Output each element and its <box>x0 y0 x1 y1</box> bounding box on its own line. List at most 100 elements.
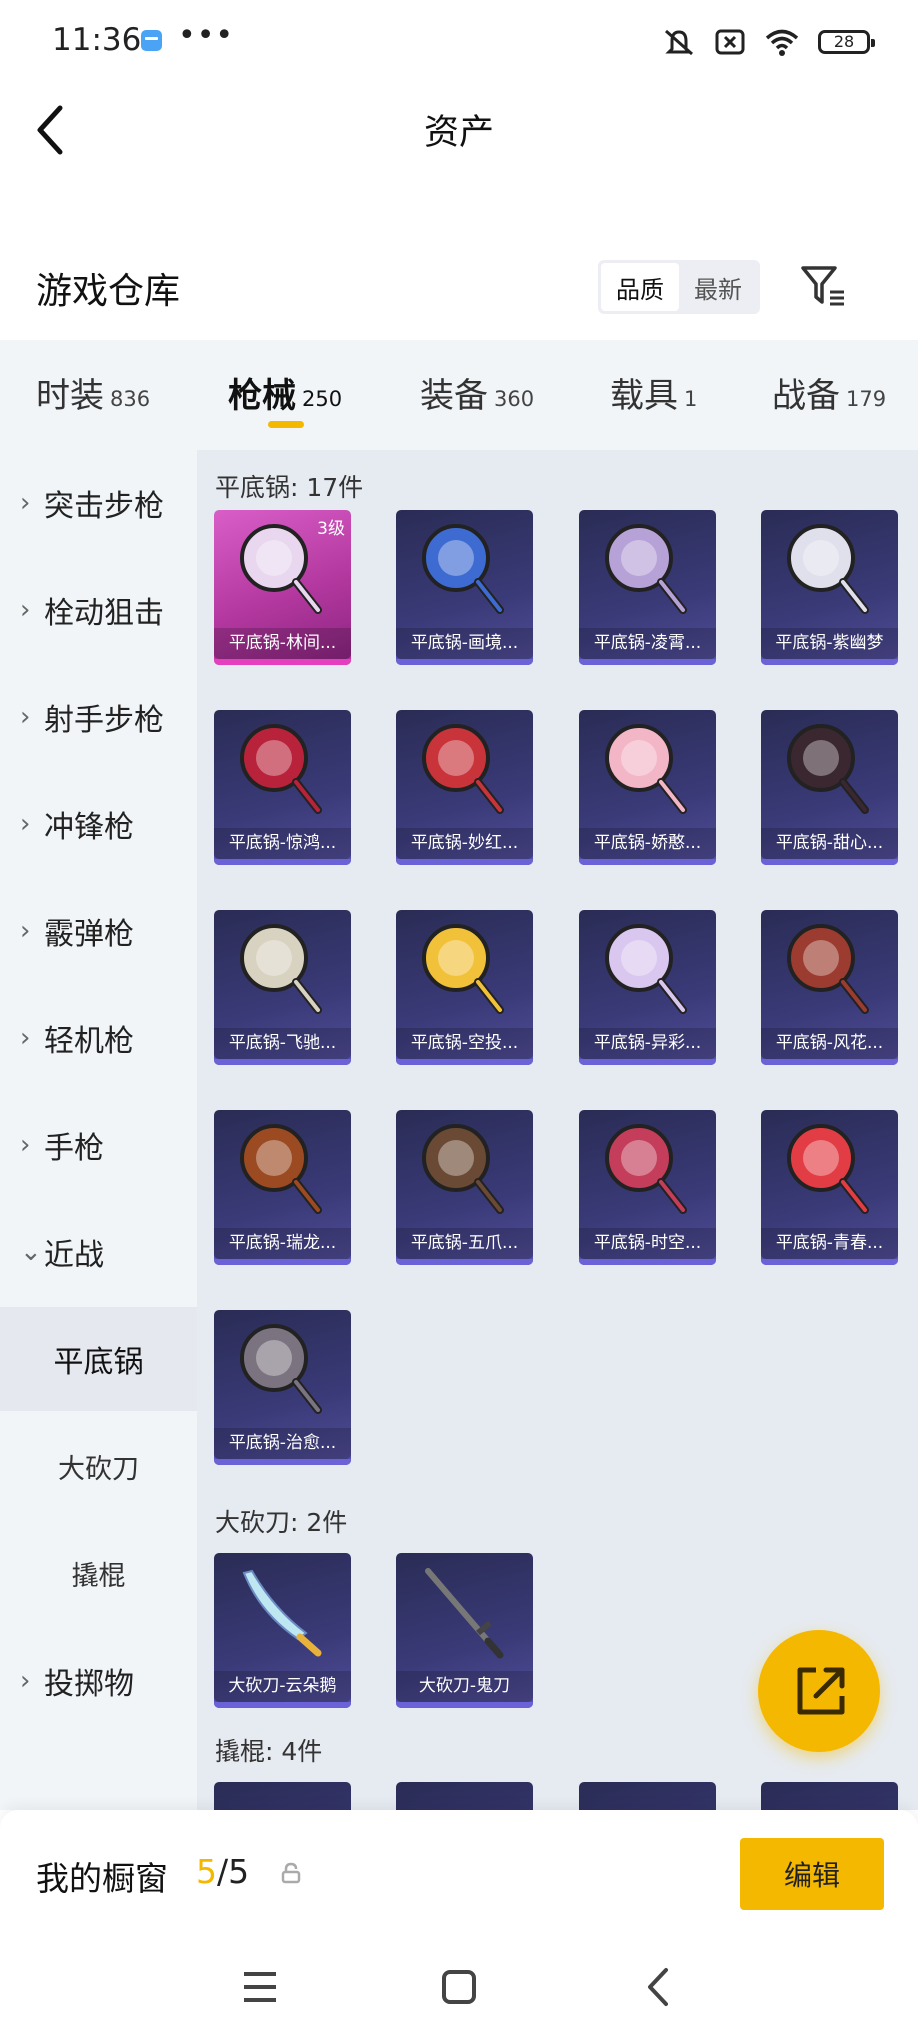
item-card[interactable]: 平底锅-甜心... <box>761 710 898 865</box>
item-name: 平底锅-异彩... <box>579 1028 716 1059</box>
sidebar-subitem-pan[interactable]: 平底锅 <box>0 1307 197 1411</box>
tab-equipment[interactable]: 装备 360 <box>420 368 534 417</box>
tab-count: 360 <box>494 387 535 411</box>
showcase-title: 我的橱窗 <box>36 1859 168 1898</box>
sidebar-subitem-crowbar[interactable]: 撬棍 <box>0 1521 197 1625</box>
tab-count: 1 <box>684 387 698 411</box>
tab-fashion[interactable]: 时装 836 <box>36 368 150 417</box>
item-card[interactable]: 平底锅-青春... <box>761 1110 898 1265</box>
tab-label: 战备 <box>772 376 840 416</box>
item-name: 平底锅-林间... <box>214 628 351 659</box>
menu-icon[interactable] <box>230 1962 290 2012</box>
showcase-used: 5 <box>196 1852 217 1891</box>
wifi-icon <box>765 29 799 56</box>
item-card-partial[interactable] <box>396 1782 533 1810</box>
status-icons: 28 <box>662 24 875 60</box>
item-card[interactable]: 平底锅-林间... 3级 <box>214 510 351 665</box>
edit-showcase-button[interactable]: 编辑 <box>740 1838 884 1910</box>
item-card[interactable]: 平底锅-五爪... <box>396 1110 533 1265</box>
item-name: 平底锅-五爪... <box>396 1228 533 1259</box>
status-time: 11:36 <box>52 22 142 58</box>
sort-quality-button[interactable]: 品质 <box>601 263 679 311</box>
warehouse-title: 游戏仓库 <box>36 271 181 312</box>
tab-vehicles[interactable]: 载具 1 <box>610 368 697 417</box>
item-card[interactable]: 平底锅-紫幽梦 <box>761 510 898 665</box>
battery-icon: 28 <box>818 30 875 54</box>
chevron-right-icon: › <box>20 595 31 625</box>
sidebar-item-shotgun[interactable]: › 霰弹枪 <box>0 900 197 962</box>
sidebar-item-throwables[interactable]: › 投掷物 <box>0 1650 197 1712</box>
group-title-pan: 平底锅: 17件 <box>215 473 364 502</box>
nav-back-icon[interactable] <box>628 1962 688 2012</box>
pan-art <box>787 1124 869 1214</box>
item-card[interactable]: 平底锅-时空... <box>579 1110 716 1265</box>
item-card-partial[interactable] <box>579 1782 716 1810</box>
sidebar-item-smg[interactable]: › 冲锋枪 <box>0 793 197 855</box>
pan-art <box>240 724 322 814</box>
tab-firearms[interactable]: 枪械 250 <box>228 368 342 417</box>
chevron-right-icon: › <box>20 488 31 518</box>
item-card[interactable]: 平底锅-风花... <box>761 910 898 1065</box>
chevron-down-icon: ⌄ <box>20 1237 42 1267</box>
showcase-count: 5/5 <box>196 1852 249 1891</box>
lock-icon <box>281 1862 301 1884</box>
pan-art <box>605 1124 687 1214</box>
share-button[interactable] <box>758 1630 880 1752</box>
tab-label: 载具 <box>610 376 678 416</box>
sidebar-item-melee[interactable]: ⌄ 近战 <box>0 1221 197 1283</box>
item-name: 平底锅-惊鸿... <box>214 828 351 859</box>
item-name: 平底锅-妙红... <box>396 828 533 859</box>
item-card[interactable]: 平底锅-凌霄... <box>579 510 716 665</box>
item-grid-panel: 平底锅: 17件 平底锅-林间... 3级 平底锅-画境... 平底锅-凌霄... 平底… <box>197 450 918 1810</box>
sort-newest-button[interactable]: 最新 <box>679 263 757 311</box>
item-card[interactable]: 大砍刀-云朵鹅 <box>214 1553 351 1708</box>
sidebar-item-pistol[interactable]: › 手枪 <box>0 1114 197 1176</box>
item-card[interactable]: 平底锅-妙红... <box>396 710 533 865</box>
item-card[interactable]: 大砍刀-鬼刀 <box>396 1553 533 1708</box>
home-icon[interactable] <box>429 1962 489 2012</box>
item-card[interactable]: 平底锅-娇憨... <box>579 710 716 865</box>
sidebar-item-lmg[interactable]: › 轻机枪 <box>0 1007 197 1069</box>
sidebar-item-label: 轻机枪 <box>44 1024 134 1059</box>
pan-art <box>787 524 869 614</box>
item-name: 平底锅-瑞龙... <box>214 1228 351 1259</box>
pan-art <box>605 524 687 614</box>
item-card-partial[interactable] <box>761 1782 898 1810</box>
tab-label: 时装 <box>36 376 104 416</box>
tab-label: 枪械 <box>228 376 296 416</box>
tab-gear[interactable]: 战备 179 <box>772 368 886 417</box>
chevron-right-icon: › <box>20 1023 31 1053</box>
pan-art <box>605 724 687 814</box>
mute-icon <box>665 29 693 56</box>
item-name: 平底锅-娇憨... <box>579 828 716 859</box>
sort-toggle: 品质 最新 <box>598 260 760 314</box>
item-card[interactable]: 平底锅-瑞龙... <box>214 1110 351 1265</box>
item-card[interactable]: 平底锅-画境... <box>396 510 533 665</box>
pan-art <box>605 924 687 1014</box>
sidebar-subitem-machete[interactable]: 大砍刀 <box>0 1414 197 1518</box>
item-card-partial[interactable] <box>214 1782 351 1810</box>
sidebar-item-bolt-sniper[interactable]: › 栓动狙击 <box>0 579 197 641</box>
group-title-machete: 大砍刀: 2件 <box>215 1508 348 1537</box>
sidebar-item-label: 冲锋枪 <box>44 810 134 845</box>
pan-art <box>240 924 322 1014</box>
no-sim-icon <box>715 29 745 55</box>
item-card[interactable]: 平底锅-惊鸿... <box>214 710 351 865</box>
item-card[interactable]: 平底锅-异彩... <box>579 910 716 1065</box>
item-name: 平底锅-青春... <box>761 1228 898 1259</box>
tab-count: 179 <box>846 387 887 411</box>
group-title-crowbar: 撬棍: 4件 <box>215 1737 323 1766</box>
sidebar-item-assault-rifle[interactable]: › 突击步枪 <box>0 472 197 534</box>
item-level-badge: 3级 <box>317 519 345 539</box>
item-name: 平底锅-甜心... <box>761 828 898 859</box>
tab-label: 装备 <box>420 376 488 416</box>
filter-icon[interactable] <box>800 262 848 310</box>
tab-count: 250 <box>302 387 343 411</box>
item-card[interactable]: 平底锅-飞驰... <box>214 910 351 1065</box>
sidebar-item-marksman-rifle[interactable]: › 射手步枪 <box>0 686 197 748</box>
chevron-right-icon: › <box>20 702 31 732</box>
pan-art <box>422 1124 504 1214</box>
sidebar-item-label: 投掷物 <box>44 1667 134 1702</box>
item-card[interactable]: 平底锅-治愈... <box>214 1310 351 1465</box>
item-card[interactable]: 平底锅-空投... <box>396 910 533 1065</box>
